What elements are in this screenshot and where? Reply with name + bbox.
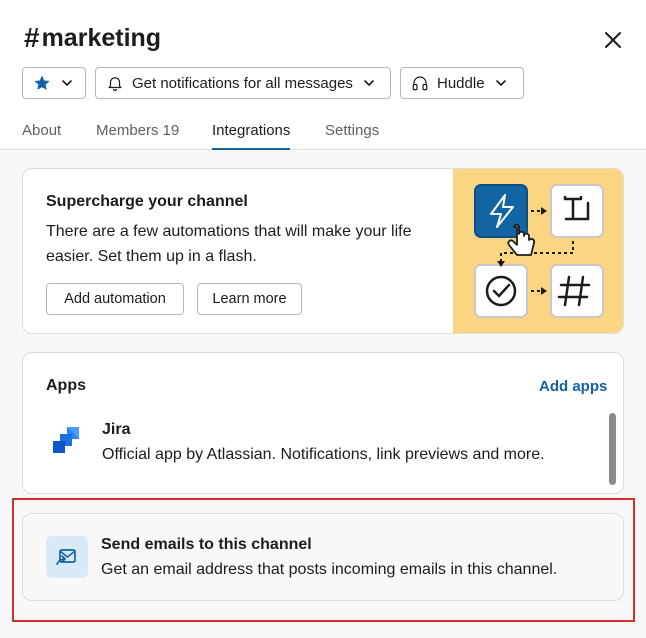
notifications-label: Get notifications for all messages (132, 74, 353, 92)
learn-more-button[interactable]: Learn more (197, 283, 302, 315)
channel-hash: # (24, 22, 40, 53)
automation-illustration (453, 169, 623, 333)
tab-label: Integrations (212, 122, 291, 139)
supercharge-description: There are a few automations that will ma… (46, 223, 412, 265)
headphones-icon (411, 74, 429, 92)
tab-label: About (22, 122, 62, 139)
tab-integrations[interactable]: Integrations (212, 122, 291, 150)
app-name: Jira (102, 421, 131, 438)
apps-card: Apps Add apps Jira Official app by Atlas… (22, 352, 624, 494)
chevron-down-icon (61, 77, 73, 89)
chevron-down-icon (495, 77, 507, 89)
send-emails-description: Get an email address that posts incoming… (101, 561, 558, 578)
chevron-down-icon (363, 77, 375, 89)
close-button[interactable] (600, 27, 626, 53)
tab-about[interactable]: About (22, 122, 61, 150)
huddle-label: Huddle (437, 74, 485, 92)
send-emails-title: Send emails to this channel (101, 536, 312, 553)
apps-title: Apps (46, 377, 86, 394)
tab-settings[interactable]: Settings (325, 122, 379, 150)
add-automation-button[interactable]: Add automation (46, 283, 184, 315)
app-list-item-jira[interactable]: Jira Official app by Atlassian. Notifica… (46, 419, 606, 469)
supercharge-title: Supercharge your channel (46, 193, 248, 210)
channel-details-header: # marketing Get notifications for all me… (0, 0, 646, 150)
notifications-dropdown-button[interactable]: Get notifications for all messages (95, 67, 391, 99)
star-icon (33, 74, 51, 92)
apps-scrollbar[interactable] (609, 413, 616, 485)
integrations-panel: Supercharge your channel There are a few… (0, 151, 646, 638)
app-description: Official app by Atlassian. Notifications… (102, 446, 545, 463)
bell-icon (106, 74, 124, 92)
tab-label: Members (96, 122, 159, 139)
close-icon (605, 32, 621, 48)
send-emails-card[interactable]: Send emails to this channel Get an email… (22, 513, 624, 601)
tab-members[interactable]: Members 19 (96, 122, 179, 150)
channel-title-row: # marketing (24, 22, 161, 54)
supercharge-card: Supercharge your channel There are a few… (22, 168, 624, 334)
jira-logo-icon (46, 421, 88, 463)
channel-title: marketing (41, 23, 162, 52)
tab-bar: About Members 19 Integrations Settings (0, 118, 646, 150)
members-count: 19 (162, 122, 180, 139)
star-dropdown-button[interactable] (22, 67, 86, 99)
huddle-dropdown-button[interactable]: Huddle (400, 67, 524, 99)
add-apps-link[interactable]: Add apps (539, 378, 607, 395)
email-forward-icon (46, 536, 88, 578)
tab-label: Settings (325, 122, 380, 139)
